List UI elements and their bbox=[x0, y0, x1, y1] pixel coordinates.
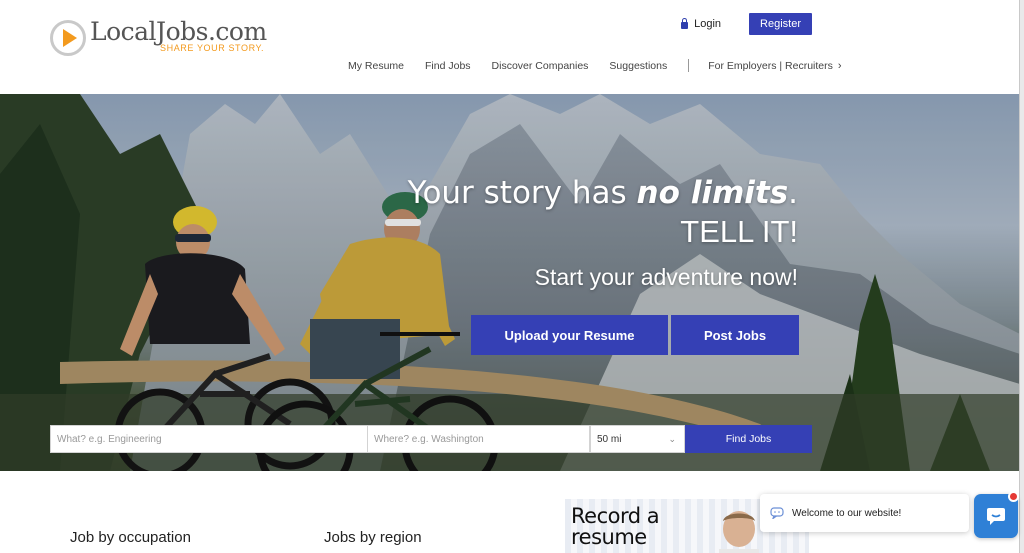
nav-find-jobs[interactable]: Find Jobs bbox=[425, 60, 471, 72]
play-logo-icon bbox=[50, 20, 86, 56]
login-label: Login bbox=[694, 18, 722, 30]
hero-headline-emphasis: no limits bbox=[636, 175, 789, 211]
hero-subheadline: Start your adventure now! bbox=[534, 264, 798, 290]
logo-tagline: SHARE YOUR STORY. bbox=[160, 43, 265, 53]
nav-suggestions[interactable]: Suggestions bbox=[609, 60, 667, 72]
page-frame: LocalJobs.com SHARE YOUR STORY. Login Re… bbox=[0, 0, 1020, 553]
job-by-occupation-heading: Job by occupation bbox=[70, 529, 191, 546]
hero-banner: Your story has no limits. TELL IT! Start… bbox=[0, 94, 1019, 471]
lock-icon bbox=[681, 18, 689, 29]
find-jobs-button[interactable]: Find Jobs bbox=[685, 425, 812, 453]
hero-headline: Your story has no limits. bbox=[407, 175, 798, 211]
site-logo[interactable]: LocalJobs.com SHARE YOUR STORY. bbox=[50, 18, 267, 56]
nav-discover-companies[interactable]: Discover Companies bbox=[492, 60, 589, 72]
nav-employers-label: For Employers | Recruiters bbox=[708, 59, 833, 72]
main-nav: My Resume Find Jobs Discover Companies S… bbox=[348, 59, 842, 72]
promo-text: Record a resume bbox=[571, 504, 660, 549]
login-link[interactable]: Login bbox=[681, 18, 721, 30]
chat-icon bbox=[987, 508, 1005, 525]
auth-area: Login Register bbox=[681, 13, 812, 35]
chat-welcome-bubble[interactable]: Welcome to our website! bbox=[760, 494, 969, 532]
chat-notification-dot bbox=[1008, 491, 1019, 502]
where-input[interactable]: Where? e.g. Washington bbox=[368, 425, 590, 453]
upload-resume-button[interactable]: Upload your Resume bbox=[471, 315, 668, 355]
promo-person-image bbox=[719, 511, 759, 553]
nav-my-resume[interactable]: My Resume bbox=[348, 60, 404, 72]
site-header: LocalJobs.com SHARE YOUR STORY. Login Re… bbox=[0, 0, 1019, 94]
nav-employers-link[interactable]: For Employers | Recruiters › bbox=[708, 60, 841, 72]
promo-line-1: Record a bbox=[571, 504, 660, 528]
chevron-right-icon: › bbox=[837, 59, 842, 72]
post-jobs-button[interactable]: Post Jobs bbox=[671, 315, 799, 355]
logo-name: LocalJobs.com bbox=[90, 17, 267, 46]
hero-headline-2: TELL IT! bbox=[680, 214, 798, 249]
jobs-by-region-heading: Jobs by region bbox=[324, 529, 422, 546]
chat-bubble-icon bbox=[770, 507, 784, 519]
what-input[interactable]: What? e.g. Engineering bbox=[50, 425, 368, 453]
distance-select[interactable]: 50 mi ⌄ bbox=[590, 425, 685, 453]
job-search-bar: What? e.g. Engineering Where? e.g. Washi… bbox=[50, 425, 812, 453]
chevron-down-icon: ⌄ bbox=[668, 433, 676, 444]
register-button[interactable]: Register bbox=[749, 13, 812, 35]
distance-value: 50 mi bbox=[597, 433, 622, 445]
promo-line-2: resume bbox=[571, 525, 647, 549]
hero-copy: Your story has no limits. TELL IT! Start… bbox=[408, 174, 798, 291]
chat-welcome-text: Welcome to our website! bbox=[792, 507, 902, 519]
nav-divider bbox=[688, 59, 690, 72]
